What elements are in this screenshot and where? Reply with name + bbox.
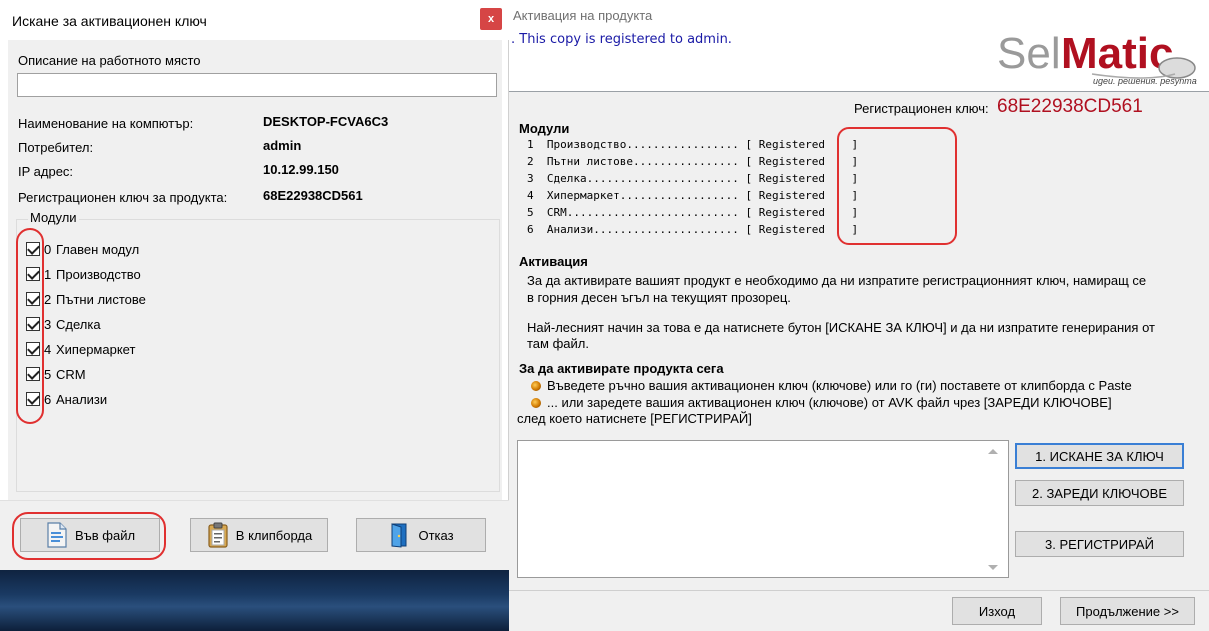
module-name: Сделка <box>56 316 101 332</box>
activation-heading: Активация <box>519 254 588 269</box>
copy-to-clipboard-label: В клипборда <box>235 527 313 543</box>
computer-name-value: DESKTOP-FCVA6C3 <box>263 114 389 129</box>
product-activation-window: Активация на продукта . This copy is reg… <box>509 0 1209 631</box>
continue-label: Продължение >> <box>1076 603 1179 619</box>
ip-label: IP адрес: <box>18 164 74 179</box>
modules-heading: Модули <box>519 121 570 136</box>
register-label: 3. РЕГИСТРИРАЙ <box>1045 536 1154 552</box>
computer-name-label: Наименование на компютър: <box>18 116 194 131</box>
module-status-line: 1 Производство................. [ Regist… <box>527 138 859 151</box>
module-status-line: 5 CRM.......................... [ Regist… <box>527 206 859 219</box>
activation-text: Най-лесният начин за това е да натиснете… <box>527 320 1155 335</box>
modules-group-label: Модули <box>28 210 79 225</box>
module-status-line: 4 Хипермаркет.................. [ Regist… <box>527 189 859 202</box>
module-number: 5 <box>44 366 52 382</box>
module-number: 6 <box>44 391 52 407</box>
cancel-label: Отказ <box>418 527 454 543</box>
svg-text:ugeu. решения. pesynmamu.: ugeu. решения. pesynmamu. <box>1093 76 1197 86</box>
dialog-button-bar: Във файл В клипборда Отказ <box>0 500 509 570</box>
svg-text:Matic: Matic <box>1061 29 1173 78</box>
bullet-icon <box>531 381 541 391</box>
load-keys-button[interactable]: 2. ЗАРЕДИ КЛЮЧОВЕ <box>1015 480 1184 506</box>
exit-button[interactable]: Изход <box>952 597 1042 625</box>
activation-key-textarea[interactable] <box>517 440 1009 578</box>
clipboard-icon <box>206 522 230 548</box>
module-name: Пътни листове <box>56 291 146 307</box>
scroll-up-icon[interactable] <box>988 449 998 454</box>
instruction-text: ... или заредете вашия активационен ключ… <box>547 395 1112 410</box>
activation-text: там файл. <box>527 336 589 351</box>
registration-key-label: Регистрационен ключ: <box>854 101 989 116</box>
registration-note: . This copy is registered to admin. <box>511 32 732 47</box>
user-value: admin <box>263 138 302 153</box>
bullet-icon <box>531 398 541 408</box>
activation-text: За да активирате вашият продукт е необхо… <box>527 273 1147 288</box>
register-button[interactable]: 3. РЕГИСТРИРАЙ <box>1015 531 1184 557</box>
dialog-title: Искане за активационен ключ <box>12 13 207 29</box>
product-key-label: Регистрационен ключ за продукта: <box>18 190 228 205</box>
desktop-background <box>0 570 509 631</box>
highlight-oval <box>837 127 957 245</box>
dialog-titlebar[interactable]: Искане за активационен ключ x <box>0 0 509 40</box>
description-label: Описание на работното място <box>18 53 201 68</box>
module-name: Производство <box>56 266 141 282</box>
registration-key-value: 68E22938CD561 <box>997 96 1143 117</box>
highlight-oval <box>12 512 166 560</box>
user-label: Потребител: <box>18 140 94 155</box>
activation-text: в горния десен ъгъл на текущият прозорец… <box>527 290 791 305</box>
product-key-value: 68E22938CD561 <box>263 188 363 203</box>
description-input[interactable] <box>17 73 497 97</box>
module-number: 2 <box>44 291 52 307</box>
module-name: Хипермаркет <box>56 341 136 357</box>
exit-door-icon <box>388 522 412 548</box>
ip-value: 10.12.99.150 <box>263 162 339 177</box>
instruction-text: след което натиснете [РЕГИСТРИРАЙ] <box>517 411 752 426</box>
exit-label: Изход <box>978 603 1016 619</box>
module-name: Анализи <box>56 391 108 407</box>
window-title: Активация на продукта <box>513 8 653 23</box>
copy-to-clipboard-button[interactable]: В клипборда <box>190 518 328 552</box>
module-number: 3 <box>44 316 52 332</box>
module-name: Главен модул <box>56 241 140 257</box>
module-status-line: 6 Анализи...................... [ Regist… <box>527 223 859 236</box>
scroll-down-icon[interactable] <box>988 565 998 570</box>
module-name: CRM <box>56 366 86 382</box>
request-key-button[interactable]: 1. ИСКАНЕ ЗА КЛЮЧ <box>1015 443 1184 469</box>
module-status-line: 2 Пътни листове................ [ Regist… <box>527 155 859 168</box>
cancel-button[interactable]: Отказ <box>356 518 486 552</box>
module-number: 1 <box>44 266 52 282</box>
close-button[interactable]: x <box>480 8 502 30</box>
svg-text:Sel: Sel <box>997 29 1061 78</box>
continue-button[interactable]: Продължение >> <box>1060 597 1195 625</box>
module-number: 4 <box>44 341 52 357</box>
module-number: 0 <box>44 241 52 257</box>
activate-now-heading: За да активирате продукта сега <box>519 361 724 376</box>
highlight-oval <box>16 228 44 424</box>
load-keys-label: 2. ЗАРЕДИ КЛЮЧОВЕ <box>1031 485 1167 501</box>
activation-header: Активация на продукта . This copy is reg… <box>509 0 1209 92</box>
instruction-text: Въведете ръчно вашия активационен ключ (… <box>547 378 1132 393</box>
dialog-body: Описание на работното място Наименование… <box>8 40 502 500</box>
selmatic-logo: Sel Matic ugeu. решения. pesynmamu. <box>997 24 1209 86</box>
request-key-dialog: Искане за активационен ключ x Описание н… <box>0 0 509 570</box>
request-key-label: 1. ИСКАНЕ ЗА КЛЮЧ <box>1035 448 1164 464</box>
module-status-line: 3 Сделка....................... [ Regist… <box>527 172 859 185</box>
